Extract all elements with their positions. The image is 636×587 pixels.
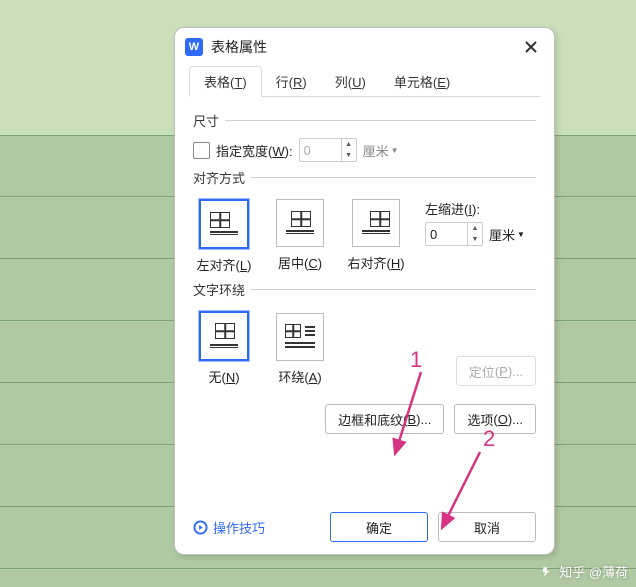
- alignment-group: 对齐方式 左对齐(L) 居中(C) 右对齐(H) 左缩进(I):: [193, 168, 536, 274]
- zhihu-icon: [541, 565, 555, 579]
- tab-cell[interactable]: 单元格(E): [380, 66, 464, 96]
- wrap-legend: 文字环绕: [193, 280, 251, 299]
- align-left-label: 左对齐(L): [197, 255, 252, 274]
- indent-input[interactable]: 0 ▲▼: [425, 222, 483, 246]
- tips-link[interactable]: 操作技巧: [193, 518, 265, 537]
- tab-row[interactable]: 行(R): [262, 66, 321, 96]
- dialog-footer: 操作技巧 确定 取消: [175, 512, 554, 542]
- borders-shading-button[interactable]: 边框和底纹(B)...: [325, 404, 444, 434]
- tab-bar: 表格(T) 行(R) 列(U) 单元格(E): [189, 66, 540, 97]
- indent-spinner[interactable]: ▲▼: [467, 223, 482, 245]
- ok-button[interactable]: 确定: [330, 512, 428, 542]
- align-right-label: 右对齐(H): [347, 253, 404, 272]
- close-icon: [524, 40, 538, 54]
- wrap-none-option[interactable]: [199, 311, 249, 361]
- align-right-option[interactable]: [352, 199, 400, 247]
- dialog-title: 表格属性: [211, 37, 518, 57]
- close-button[interactable]: [518, 34, 544, 60]
- align-center-option[interactable]: [276, 199, 324, 247]
- specify-width-checkbox[interactable]: [193, 142, 210, 159]
- width-unit-dropdown[interactable]: 厘米▼: [363, 141, 399, 160]
- play-circle-icon: [193, 520, 208, 535]
- indent-label: 左缩进(I):: [425, 199, 525, 218]
- width-spinner[interactable]: ▲▼: [341, 139, 356, 161]
- alignment-legend: 对齐方式: [193, 168, 251, 187]
- wrap-around-label: 环绕(A): [278, 367, 321, 386]
- watermark: 知乎 @薄荷: [541, 562, 628, 581]
- indent-unit-dropdown[interactable]: 厘米▼: [489, 225, 525, 244]
- options-button[interactable]: 选项(O)...: [454, 404, 536, 434]
- align-left-option[interactable]: [199, 199, 249, 249]
- size-legend: 尺寸: [193, 111, 225, 130]
- wrap-around-option[interactable]: [276, 313, 324, 361]
- align-center-label: 居中(C): [278, 253, 322, 272]
- tab-column[interactable]: 列(U): [321, 66, 380, 96]
- table-properties-dialog: W 表格属性 表格(T) 行(R) 列(U) 单元格(E) 尺寸 指定宽度(W)…: [174, 27, 555, 555]
- cancel-button[interactable]: 取消: [438, 512, 536, 542]
- wrap-group: 文字环绕 无(N): [193, 280, 536, 386]
- wrap-none-label: 无(N): [208, 367, 239, 386]
- size-group: 尺寸 指定宽度(W): 0 ▲▼ 厘米▼: [193, 111, 536, 162]
- dialog-body: 尺寸 指定宽度(W): 0 ▲▼ 厘米▼ 对齐方式 左对齐(L): [175, 97, 554, 434]
- app-icon: W: [185, 38, 203, 56]
- position-button: 定位(P)...: [456, 356, 536, 386]
- tab-table[interactable]: 表格(T): [189, 66, 262, 97]
- width-input[interactable]: 0 ▲▼: [299, 138, 357, 162]
- specify-width-label: 指定宽度(W):: [216, 141, 293, 160]
- titlebar: W 表格属性: [175, 28, 554, 66]
